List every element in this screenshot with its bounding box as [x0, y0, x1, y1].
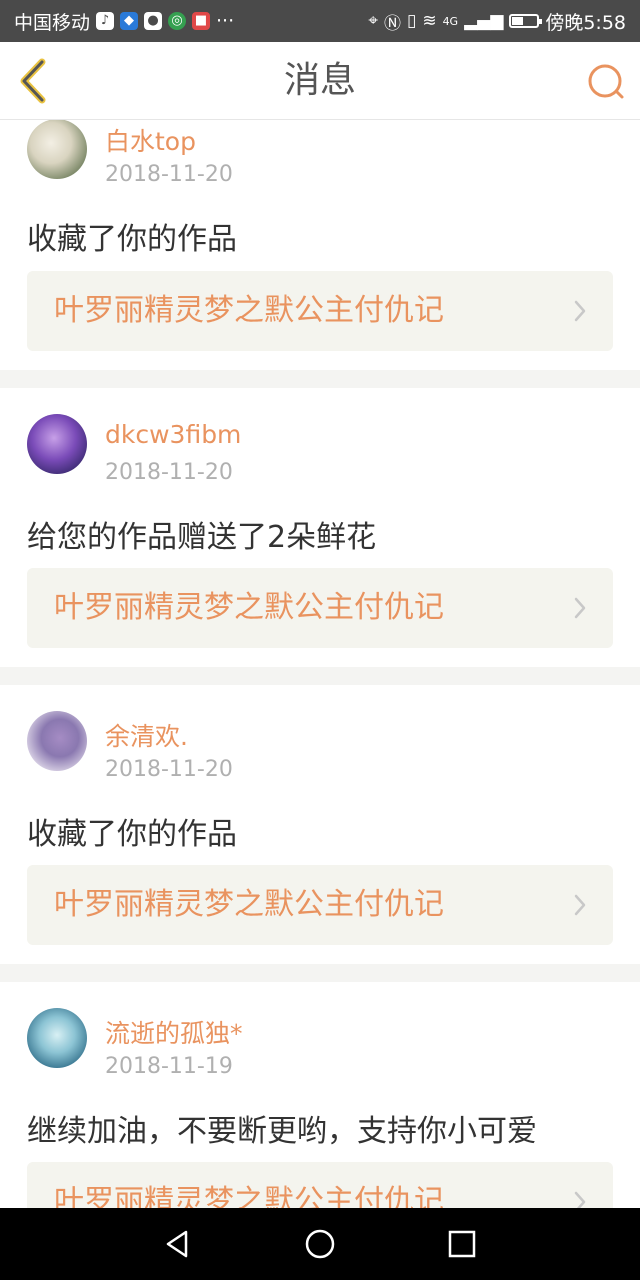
- chevron-right-icon: [574, 300, 586, 322]
- header: 消息: [0, 42, 640, 120]
- wifi-icon: ≋: [422, 11, 437, 31]
- avatar[interactable]: [27, 711, 87, 771]
- work-link[interactable]: 叶罗丽精灵梦之默公主付仇记: [27, 271, 613, 351]
- signal-icon: ▂▄▆: [464, 11, 504, 31]
- message-date: 2018-11-20: [105, 162, 233, 187]
- reader-app-icon: ■: [192, 12, 211, 30]
- work-link[interactable]: 叶罗丽精灵梦之默公主付仇记: [27, 1162, 613, 1208]
- voice-app-icon: ♪: [96, 12, 115, 30]
- location-icon: ⌖: [368, 11, 378, 31]
- avatar[interactable]: [27, 414, 87, 474]
- chevron-right-icon: [574, 894, 586, 916]
- search-icon: [588, 64, 624, 99]
- message-card: 流逝的孤独* 2018-11-19 继续加油，不要断更哟，支持你小可爱 叶罗丽精…: [0, 982, 640, 1208]
- carrier-label: 中国移动: [14, 11, 91, 34]
- message-text: 收藏了你的作品: [27, 817, 237, 852]
- work-title: 叶罗丽精灵梦之默公主付仇记: [54, 887, 444, 922]
- clock-label: 傍晚5:58: [545, 11, 626, 34]
- page-title: 消息: [283, 60, 356, 101]
- message-card: 白水top 2018-11-20 收藏了你的作品 叶罗丽精灵梦之默公主付仇记: [0, 120, 640, 370]
- avatar[interactable]: [27, 1008, 87, 1068]
- chat-app-icon: ●: [144, 12, 163, 30]
- work-title: 叶罗丽精灵梦之默公主付仇记: [54, 1184, 444, 1208]
- message-date: 2018-11-20: [105, 460, 233, 485]
- vibrate-icon: ▯: [406, 11, 417, 31]
- message-text: 给您的作品赠送了2朵鲜花: [27, 520, 377, 555]
- message-feed[interactable]: 白水top 2018-11-20 收藏了你的作品 叶罗丽精灵梦之默公主付仇记 d…: [0, 120, 640, 1208]
- avatar[interactable]: [27, 120, 87, 179]
- battery-icon: [509, 14, 543, 28]
- status-left: 中国移动 ♪ ◆ ● ◎ ■ ···: [14, 8, 234, 35]
- network-type-label: 4G: [442, 14, 459, 28]
- work-link[interactable]: 叶罗丽精灵梦之默公主付仇记: [27, 568, 613, 648]
- status-bar: 中国移动 ♪ ◆ ● ◎ ■ ··· ⌖ Ⓝ ▯ ≋ 4G ▂▄▆ 傍晚5:58: [0, 0, 640, 42]
- message-card: dkcw3fibm 2018-11-20 给您的作品赠送了2朵鲜花 叶罗丽精灵梦…: [0, 388, 640, 667]
- message-text: 继续加油，不要断更哟，支持你小可爱: [27, 1114, 537, 1149]
- work-title: 叶罗丽精灵梦之默公主付仇记: [54, 590, 444, 625]
- message-card: 余清欢. 2018-11-20 收藏了你的作品 叶罗丽精灵梦之默公主付仇记: [0, 685, 640, 964]
- square-recents-icon[interactable]: [444, 1226, 480, 1262]
- username[interactable]: 流逝的孤独*: [105, 1014, 243, 1050]
- chevron-right-icon: [574, 597, 586, 619]
- username[interactable]: 余清欢.: [105, 717, 188, 753]
- triangle-back-icon[interactable]: [160, 1226, 196, 1262]
- battery-fill: [512, 17, 523, 25]
- chevron-right-icon: [574, 1191, 586, 1208]
- message-date: 2018-11-20: [105, 757, 233, 782]
- username[interactable]: dkcw3fibm: [105, 420, 241, 449]
- username[interactable]: 白水top: [105, 122, 196, 158]
- search-button[interactable]: [586, 62, 626, 102]
- message-date: 2018-11-19: [105, 1054, 233, 1079]
- browser-app-icon: ◎: [168, 12, 187, 30]
- message-text: 收藏了你的作品: [27, 222, 237, 257]
- shield-app-icon: ◆: [120, 12, 139, 30]
- work-title: 叶罗丽精灵梦之默公主付仇记: [54, 293, 444, 328]
- nfc-icon: Ⓝ: [383, 13, 401, 34]
- more-notifications-icon: ···: [216, 10, 235, 32]
- system-navigation-bar: [0, 1208, 640, 1280]
- circle-home-icon[interactable]: [302, 1226, 338, 1262]
- status-right: ⌖ Ⓝ ▯ ≋ 4G ▂▄▆ 傍晚5:58: [368, 8, 626, 35]
- work-link[interactable]: 叶罗丽精灵梦之默公主付仇记: [27, 865, 613, 945]
